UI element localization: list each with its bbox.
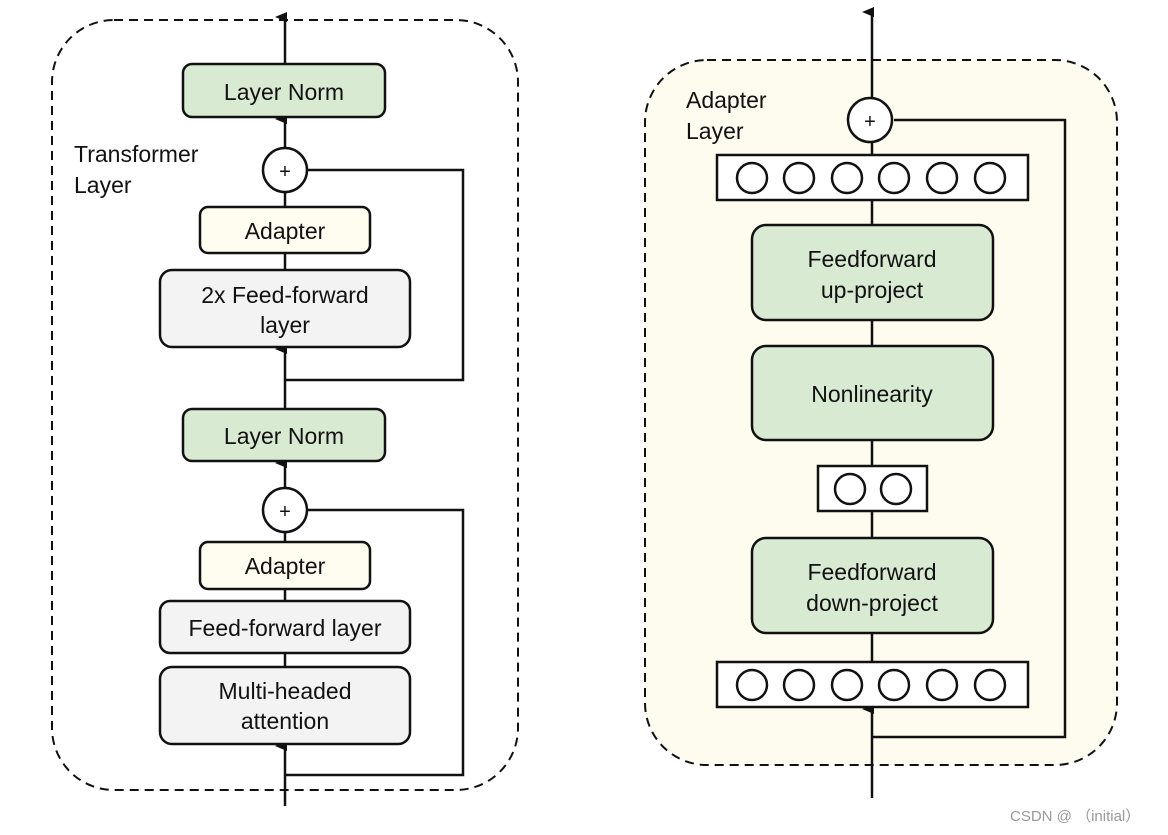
neuron-icon bbox=[830, 161, 864, 195]
adapter-layer-panel: Adapter Layer + Feedforward up-project N… bbox=[644, 7, 1118, 798]
neuron-icon bbox=[973, 161, 1007, 195]
ff-up-box bbox=[750, 223, 995, 322]
output-neurons bbox=[715, 153, 1030, 202]
ff-down-label-2: down-project bbox=[806, 590, 938, 616]
ff2x-label-1: 2x Feed-forward bbox=[201, 282, 368, 308]
neuron-icon bbox=[877, 668, 911, 702]
neuron-icon bbox=[782, 161, 816, 195]
transformer-label-2: Layer bbox=[74, 172, 132, 198]
neuron-icon bbox=[877, 161, 911, 195]
ff-up-label-1: Feedforward bbox=[807, 246, 936, 272]
neuron-icon bbox=[782, 668, 816, 702]
mha-label-2: attention bbox=[241, 708, 329, 734]
neuron-icon bbox=[830, 668, 864, 702]
ff2x-label-2: layer bbox=[260, 312, 310, 338]
nonlinearity-label: Nonlinearity bbox=[811, 381, 933, 407]
neuron-icon bbox=[735, 161, 769, 195]
ff-layer-label: Feed-forward layer bbox=[188, 615, 381, 641]
transformer-layer-panel: Transformer Layer Layer Norm + Adapter 2… bbox=[51, 12, 519, 806]
layer-norm-bottom-label: Layer Norm bbox=[224, 423, 344, 449]
adapter-bottom-label: Adapter bbox=[245, 553, 326, 579]
transformer-label-1: Transformer bbox=[74, 141, 199, 167]
neuron-icon bbox=[925, 668, 959, 702]
ff-down-box bbox=[750, 536, 995, 635]
plus-label: + bbox=[279, 501, 291, 523]
input-neurons bbox=[715, 660, 1030, 709]
ff-up-label-2: up-project bbox=[821, 277, 924, 303]
plus-label: + bbox=[864, 111, 876, 133]
neuron-icon bbox=[925, 161, 959, 195]
watermark: CSDN @ （initial） bbox=[1010, 808, 1140, 825]
bottleneck-neurons bbox=[816, 464, 929, 513]
plus-label: + bbox=[279, 161, 291, 183]
adapter-label-2: Layer bbox=[686, 118, 744, 144]
neuron-icon bbox=[973, 668, 1007, 702]
adapter-label-1: Adapter bbox=[686, 87, 767, 113]
layer-norm-top-label: Layer Norm bbox=[224, 79, 344, 105]
neuron-icon bbox=[735, 668, 769, 702]
neuron-icon bbox=[833, 472, 867, 506]
neuron-icon bbox=[879, 472, 913, 506]
mha-label-1: Multi-headed bbox=[219, 678, 352, 704]
adapter-diagram: Transformer Layer Layer Norm + Adapter 2… bbox=[51, 7, 1140, 825]
ff-down-label-1: Feedforward bbox=[807, 559, 936, 585]
adapter-top-label: Adapter bbox=[245, 218, 326, 244]
